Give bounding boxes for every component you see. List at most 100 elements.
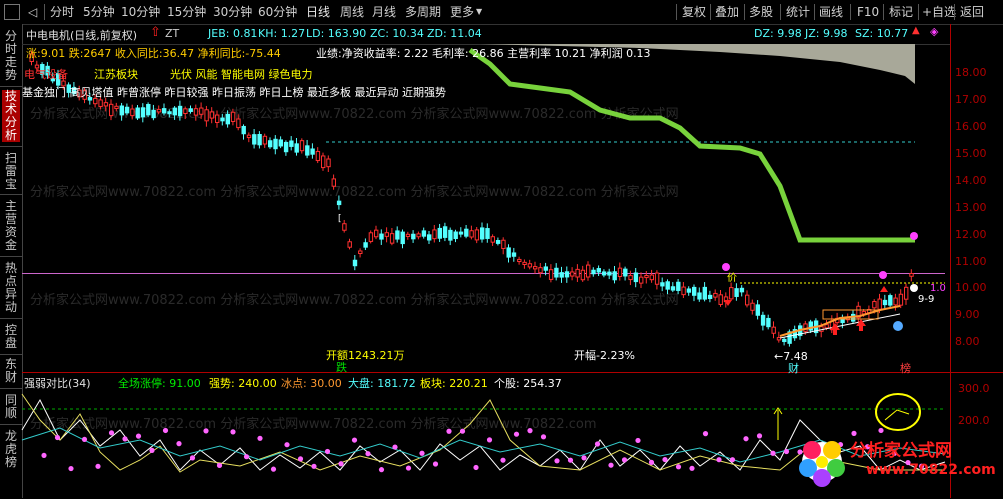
candle-body: [601, 271, 607, 276]
candle-body: [162, 108, 167, 114]
lower-dot: [284, 442, 290, 448]
lower-dot: [68, 465, 74, 472]
logo-title: 分析家公式网: [850, 441, 952, 461]
svg-text:分析家公式网www.70822.com 分析家公式网www: 分析家公式网www.70822.com 分析家公式网www.70822.com …: [30, 292, 679, 308]
candle-body: [368, 232, 374, 242]
candle-body: [252, 134, 257, 145]
candle-body: [257, 133, 262, 146]
price-tag: 价: [727, 273, 737, 284]
lower-dot: [513, 431, 520, 437]
candle-body: [580, 269, 586, 281]
lower-dot: [378, 467, 385, 473]
candle-body: [904, 286, 909, 300]
candle-body: [665, 281, 670, 290]
candle-body: [485, 228, 490, 239]
lower-dot: [41, 452, 47, 459]
lower-dot: [392, 444, 398, 450]
lower-dot: [716, 457, 722, 463]
lower-tick: 200.0: [958, 414, 990, 427]
candle-body: [729, 287, 734, 300]
candle-body: [755, 304, 760, 316]
candle-body: [448, 229, 453, 241]
info-line-right: 业绩:净资收益率: 2.22 毛利率: 26.86 主营利率 10.21 净利润…: [316, 47, 651, 60]
lower-dot: [270, 466, 277, 472]
candle-body: [591, 269, 596, 275]
candle-body: [464, 228, 469, 237]
candle-body: [294, 143, 299, 153]
lower-dot: [527, 428, 533, 434]
candle-body: [225, 113, 231, 125]
lower-dot: [135, 433, 142, 439]
price-tick: 15.00: [955, 147, 987, 160]
candle-body: [326, 158, 331, 168]
candle-body: [151, 109, 156, 119]
candle-body: [109, 103, 114, 117]
info-line-left: 涨:9.01 跌:2647 收入同比:36.47 净利同比:-75.44: [26, 47, 281, 60]
ld-value: LD: 163.90: [306, 27, 367, 40]
lower-dot: [689, 465, 695, 471]
lower-dot: [702, 431, 709, 437]
candle-body: [564, 271, 570, 278]
lower-dot: [162, 427, 169, 434]
candle-body: [702, 286, 707, 300]
site-logo: 分析家公式网 www.70822.com: [792, 428, 1002, 496]
candle-body: [427, 234, 432, 241]
candle-body: [888, 295, 893, 306]
candle-body: [480, 227, 485, 240]
candle-body: [771, 326, 776, 334]
lower-dot: [621, 457, 628, 463]
lower-dot: [122, 436, 128, 442]
candle-body: [156, 108, 162, 113]
lower-dot: [243, 454, 250, 460]
lower-dot: [635, 437, 641, 444]
candle-body: [363, 242, 368, 248]
lower-dot: [446, 428, 452, 434]
candle-body: [146, 104, 151, 116]
expand-icon[interactable]: ▲: [912, 25, 920, 36]
candle-body: [421, 230, 427, 237]
candle-body: [707, 294, 713, 300]
lower-dot: [473, 464, 479, 471]
single-stock-value: 个股: 254.37: [494, 377, 562, 390]
candle-body: [230, 111, 236, 122]
candle-body: [177, 105, 183, 117]
candle-body: [273, 138, 278, 150]
candle-body: [342, 223, 347, 231]
price-tick: 11.00: [955, 255, 987, 268]
candle-body: [209, 111, 215, 119]
candle-body: [872, 301, 877, 309]
candle-body: [782, 338, 787, 343]
candle-body: [98, 99, 103, 107]
zc-value: ZC: 10.34: [370, 27, 424, 40]
candle-body: [660, 282, 665, 287]
lower-dot: [486, 437, 493, 443]
candle-body: [140, 107, 146, 118]
candle-body: [262, 135, 268, 145]
settings-icon[interactable]: ◈: [930, 25, 938, 38]
sector-1: 电气设备: [24, 68, 68, 81]
jeb-value: JEB: 0.81: [208, 27, 258, 40]
lower-dot: [567, 457, 574, 463]
candle-body: [442, 226, 448, 238]
candle-body: [681, 286, 686, 296]
svg-text:分析家公式网www.70822.com 分析家公式网www: 分析家公式网www.70822.com 分析家公式网www.70822.com …: [30, 184, 679, 200]
lower-dot: [770, 450, 776, 456]
lower-dot: [95, 463, 101, 469]
candle-body: [697, 292, 702, 300]
candle-body: [193, 108, 199, 116]
lower-dot: [743, 436, 749, 442]
candle-body: [824, 324, 829, 329]
candle-body: [750, 302, 755, 311]
candle-body: [183, 108, 188, 114]
candle-body: [352, 259, 358, 267]
marker-dot: [893, 321, 903, 331]
candle-body: [676, 281, 681, 291]
lower-dot: [365, 451, 371, 457]
sector-3: 光伏 风能 智能电网 绿色电力: [170, 68, 313, 81]
candle-body: [898, 293, 904, 306]
candle-body: [458, 231, 464, 235]
candle-body: [649, 274, 654, 281]
lower-dot: [54, 434, 61, 441]
candle-body: [623, 268, 628, 277]
candle-body: [692, 286, 697, 296]
